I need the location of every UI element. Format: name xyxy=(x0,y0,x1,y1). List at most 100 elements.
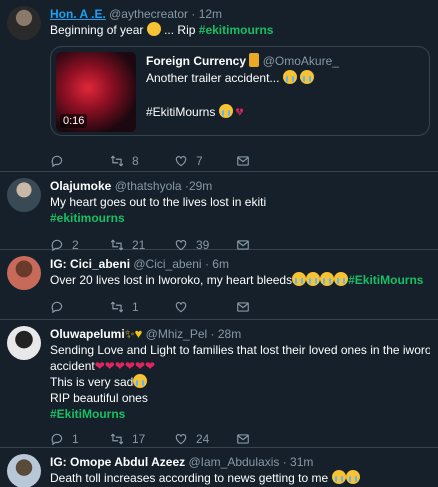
crying-face-emoji-icon xyxy=(345,470,360,484)
yellow-heart-emoji-icon: ♥ xyxy=(134,326,143,341)
retweet-button[interactable]: 17 xyxy=(110,432,174,446)
tweet-text-part: ... Rip xyxy=(160,23,199,37)
retweet-button[interactable]: 1 xyxy=(110,300,174,314)
like-count: 24 xyxy=(196,432,210,446)
reply-count: 1 xyxy=(72,432,79,446)
reply-button[interactable]: 1 xyxy=(50,432,110,446)
tweet-text: RIP beautiful ones xyxy=(50,391,148,405)
hashtag-link[interactable]: #EkitiMourns xyxy=(348,273,423,287)
avatar[interactable] xyxy=(7,6,41,40)
tweet[interactable]: Hon. A .E. @aythecreator · 12m Beginning… xyxy=(0,0,438,172)
hashtag-link[interactable]: #ekitimourns xyxy=(199,23,274,37)
author-name[interactable]: IG: Cici_abeni xyxy=(50,257,130,271)
timestamp[interactable]: 28m xyxy=(218,327,241,341)
separator: · xyxy=(204,257,209,271)
quoted-tweet-hashtag-line: #EkitiMourns 💔︎ xyxy=(146,104,339,121)
crying-face-emoji-icon xyxy=(320,272,335,286)
red-heart-emoji-icon: ❤︎ xyxy=(114,359,125,373)
separator: · xyxy=(210,327,215,341)
video-duration: 0:16 xyxy=(60,114,88,128)
reply-button[interactable] xyxy=(50,300,110,314)
timestamp[interactable]: 31m xyxy=(290,455,313,469)
avatar[interactable] xyxy=(7,256,41,290)
author-handle[interactable]: @thatshyola xyxy=(115,179,182,193)
tweet-text-part: Beginning of year xyxy=(50,23,144,37)
avatar[interactable] xyxy=(7,178,41,212)
quoted-tweet-card[interactable]: 0:16 Foreign Currency @OmoAkure_ Another… xyxy=(50,46,430,136)
heart-icon xyxy=(175,156,187,167)
author-handle[interactable]: @aythecreator xyxy=(109,7,188,21)
author-handle[interactable]: @Iam_Abdulaxis xyxy=(188,455,279,469)
retweet-icon xyxy=(110,155,124,167)
like-button[interactable] xyxy=(174,300,236,314)
tweet-text-line: Death toll increases according to news g… xyxy=(50,470,430,486)
tweet-text: Death toll increases according to news g… xyxy=(50,471,329,485)
quoted-hashtag: #EkitiMourns xyxy=(146,105,216,119)
avatar[interactable] xyxy=(7,454,41,487)
tweet-text-line: accident❤︎❤︎❤︎❤︎❤︎❤︎ xyxy=(50,358,430,374)
share-button[interactable] xyxy=(236,432,296,446)
author-name[interactable]: Hon. A .E. xyxy=(50,7,106,21)
like-button[interactable]: 7 xyxy=(174,154,236,168)
tweet[interactable]: IG: Omope Abdul Azeez @Iam_Abdulaxis · 3… xyxy=(0,448,438,487)
crying-face-emoji-icon xyxy=(306,272,321,286)
timestamp[interactable]: 6m xyxy=(212,257,229,271)
tweet-feed: Hon. A .E. @aythecreator · 12m Beginning… xyxy=(0,0,438,487)
reply-button[interactable] xyxy=(50,154,110,168)
quoted-tweet-text-line: Another trailer accident... xyxy=(146,70,339,87)
tweet-text-line: This is very sad xyxy=(50,374,430,390)
beer-emoji-icon xyxy=(249,53,260,67)
hashtag-link[interactable]: #ekitimourns xyxy=(50,210,430,226)
author-handle[interactable]: @Cici_abeni xyxy=(133,257,201,271)
tweet-text: Over 20 lives lost in Iworoko, my heart … xyxy=(50,273,293,287)
reply-icon xyxy=(51,155,63,168)
separator: · xyxy=(282,455,287,469)
video-thumbnail[interactable]: 0:16 xyxy=(56,52,136,132)
red-heart-emoji-icon: ❤︎ xyxy=(104,359,115,373)
red-heart-emoji-icon: ❤︎ xyxy=(94,359,105,373)
hashtag-link[interactable]: #EkitiMourns xyxy=(50,406,430,422)
sparkles-emoji-icon: ✨︎ xyxy=(124,327,135,341)
author-name[interactable]: Oluwapelumi xyxy=(50,327,125,341)
quoted-author-handle: @OmoAkure_ xyxy=(262,54,339,68)
heart-icon xyxy=(175,434,187,445)
like-button[interactable]: 24 xyxy=(174,432,236,446)
tweet-header: Oluwapelumi✨︎♥ @Mhiz_Pel · 28m xyxy=(50,326,430,342)
tweet[interactable]: Olajumoke @thatshyola ·29m My heart goes… xyxy=(0,172,438,252)
quoted-tweet-content: Foreign Currency @OmoAkure_ Another trai… xyxy=(136,47,349,135)
retweet-icon xyxy=(110,301,124,313)
tweet-text: Beginning of year ... Rip #ekitimourns xyxy=(50,22,430,38)
separator: · xyxy=(191,7,196,21)
share-button[interactable] xyxy=(236,300,296,314)
author-name[interactable]: IG: Omope Abdul Azeez xyxy=(50,455,185,469)
tweet-header: Hon. A .E. @aythecreator · 12m xyxy=(50,6,430,22)
tweet-actions: 1 xyxy=(50,294,430,320)
tweet-header: IG: Omope Abdul Azeez @Iam_Abdulaxis · 3… xyxy=(50,454,430,470)
tweet-text: This is very sad xyxy=(50,375,134,389)
reply-icon xyxy=(51,433,63,446)
author-handle[interactable]: @Mhiz_Pel xyxy=(146,327,208,341)
avatar[interactable] xyxy=(7,326,41,360)
tweet[interactable]: Oluwapelumi✨︎♥ @Mhiz_Pel · 28m Sending L… xyxy=(0,320,438,448)
retweet-count: 17 xyxy=(132,432,146,446)
quoted-author-name: Foreign Currency xyxy=(146,54,247,68)
tweet[interactable]: IG: Cici_abeni @Cici_abeni · 6m Over 20 … xyxy=(0,250,438,320)
like-count: 7 xyxy=(196,154,203,168)
retweet-button[interactable]: 8 xyxy=(110,154,174,168)
retweet-icon xyxy=(110,433,124,445)
tweet-header: IG: Cici_abeni @Cici_abeni · 6m xyxy=(50,256,430,272)
timestamp[interactable]: 12m xyxy=(199,7,222,21)
timestamp[interactable]: 29m xyxy=(189,179,212,193)
red-heart-emoji-icon: ❤︎ xyxy=(145,359,156,373)
quoted-tweet-header: Foreign Currency @OmoAkure_ xyxy=(146,53,339,70)
share-button[interactable] xyxy=(236,154,296,168)
broken-heart-emoji-icon: 💔︎ xyxy=(236,105,244,119)
mail-icon xyxy=(237,302,249,312)
crying-face-emoji-icon xyxy=(292,272,307,286)
retweet-count: 8 xyxy=(132,154,139,168)
author-name[interactable]: Olajumoke xyxy=(50,179,111,193)
tweet-text: Sending Love and Light to families that … xyxy=(50,343,430,357)
quoted-tweet-text: Another trailer accident... xyxy=(146,71,280,85)
tweet-text: My heart goes out to the lives lost in e… xyxy=(50,195,267,209)
heart-icon xyxy=(175,302,187,313)
